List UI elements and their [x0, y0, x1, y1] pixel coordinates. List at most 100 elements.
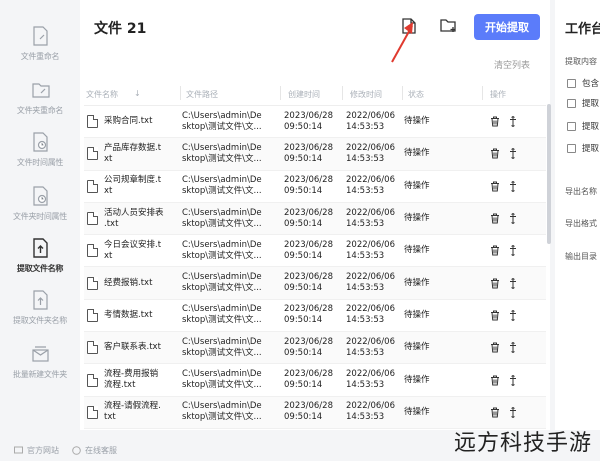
file-icon [86, 115, 98, 129]
file-name: 产品库存数据.t xt [104, 142, 162, 164]
move-icon[interactable] [508, 116, 518, 128]
official-website-link[interactable]: 官方网站 [14, 445, 59, 456]
delete-icon[interactable] [490, 375, 500, 386]
sidebar-item-folder-time[interactable]: 文件夹时间属性 [0, 186, 80, 242]
col-path: 文件路径 [186, 90, 218, 99]
checkbox-icon[interactable] [567, 78, 576, 88]
file-name: 客户联系表.txt [104, 342, 161, 353]
clear-list-button[interactable]: 清空列表 [494, 58, 530, 71]
modified-time: 2022/06/06 14:53:53 [346, 239, 395, 261]
status-text: 待操作 [404, 406, 430, 417]
delete-icon[interactable] [490, 148, 500, 159]
delete-icon[interactable] [490, 181, 500, 192]
file-name: 采购合同.txt [104, 116, 153, 127]
file-name: 公司规章制度.t xt [104, 175, 162, 197]
file-icon [86, 373, 98, 387]
table-row[interactable]: 产品库存数据.t xt C:\Users\admin\De sktop\测试文件\文.… [84, 138, 546, 171]
extract-option-checkbox[interactable]: 提取 [567, 120, 599, 132]
col-name[interactable]: 文件名称 [86, 89, 118, 100]
extract-option-checkbox[interactable]: 提取 [567, 142, 599, 154]
file-icon [86, 147, 98, 161]
sidebar-item-label: 文件时间属性 [16, 158, 64, 167]
table-row[interactable]: 考情数据.txt C:\Users\admin\De sktop\测试文件\文...… [84, 300, 546, 333]
scrollbar[interactable] [547, 104, 551, 244]
sidebar-item-folder-rename[interactable]: 文件夹重命名 [0, 80, 80, 136]
file-name: 流程-费用报销 流程.txt [104, 369, 159, 391]
file-name: 流程-请假流程. txt [104, 401, 161, 423]
move-icon[interactable] [508, 245, 518, 257]
sidebar-item-extract-folder[interactable]: 提取文件夹名称 [0, 290, 80, 346]
file-path: C:\Users\admin\De sktop\测试文件\文... [182, 207, 262, 229]
delete-icon[interactable] [490, 342, 500, 353]
sidebar-item-file-time[interactable]: 文件时间属性 [0, 132, 80, 188]
col-status: 状态 [408, 90, 424, 99]
created-time: 2023/06/28 09:50:14 [284, 336, 333, 358]
modified-time: 2022/06/06 14:53:53 [346, 142, 395, 164]
online-support-link[interactable]: 在线客服 [72, 445, 117, 456]
checkbox-icon[interactable] [567, 121, 576, 131]
export-format-label: 导出格式 [565, 219, 597, 228]
workbench-panel: 工作台 提取内容 包含 提取 提取 提取 导出名称 导出格式 输出目录 [555, 0, 600, 430]
table-row[interactable]: 采购合同.txt C:\Users\admin\De sktop\测试文件\文...… [84, 106, 546, 139]
col-created: 创建时间 [288, 90, 320, 99]
extract-folder-icon [32, 290, 48, 310]
checkbox-icon[interactable] [567, 98, 576, 108]
table-row[interactable]: 经费报销.txt C:\Users\admin\De sktop\测试文件\文...… [84, 267, 546, 300]
add-folder-icon[interactable] [440, 18, 458, 38]
file-path: C:\Users\admin\De sktop\测试文件\文... [182, 369, 262, 391]
status-text: 待操作 [404, 148, 430, 159]
move-icon[interactable] [508, 213, 518, 225]
file-icon [86, 179, 98, 193]
move-icon[interactable] [508, 342, 518, 354]
table-row[interactable]: 客户联系表.txt C:\Users\admin\De sktop\测试文件\文..… [84, 332, 546, 365]
table-row[interactable]: 活动人员安排表 .txt C:\Users\admin\De sktop\测试文件\文… [84, 202, 546, 236]
extract-file-icon [32, 238, 48, 258]
table-row[interactable]: 公司规章制度.t xt C:\Users\admin\De sktop\测试文件\文.… [84, 171, 546, 203]
delete-icon[interactable] [490, 116, 500, 127]
move-icon[interactable] [508, 277, 518, 289]
file-icon [86, 341, 98, 355]
file-path: C:\Users\admin\De sktop\测试文件\文... [182, 110, 262, 132]
created-time: 2023/06/28 09:50:14 [284, 110, 333, 132]
delete-icon[interactable] [490, 213, 500, 224]
status-text: 待操作 [404, 277, 430, 288]
extract-option-checkbox[interactable]: 包含 [567, 77, 599, 89]
table-body: 采购合同.txt C:\Users\admin\De sktop\测试文件\文...… [84, 106, 546, 429]
move-icon[interactable] [508, 406, 518, 418]
watermark: 远方科技手游 [453, 431, 592, 456]
table-row[interactable]: 流程-费用报销 流程.txt C:\Users\admin\De sktop\测试文件… [84, 364, 546, 397]
status-text: 待操作 [404, 245, 430, 256]
delete-icon[interactable] [490, 407, 500, 418]
add-file-icon[interactable] [402, 18, 416, 38]
move-icon[interactable] [508, 309, 518, 321]
workbench-title: 工作台 [565, 22, 600, 37]
delete-icon[interactable] [490, 278, 500, 289]
move-icon[interactable] [508, 180, 518, 192]
status-text: 待操作 [404, 309, 430, 320]
move-icon[interactable] [508, 374, 518, 386]
delete-icon[interactable] [490, 310, 500, 321]
created-time: 2023/06/28 09:50:14 [284, 142, 333, 164]
sidebar-item-file-rename[interactable]: 文件重命名 [0, 26, 80, 82]
modified-time: 2022/06/06 14:53:53 [346, 110, 395, 132]
sidebar-item-batch-folder[interactable]: 批量新建文件夹 [0, 344, 80, 400]
modified-time: 2022/06/06 14:53:53 [346, 272, 395, 294]
table-row[interactable]: 今日会议安排.t xt C:\Users\admin\De sktop\测试文件\文.… [84, 235, 546, 268]
checkbox-icon[interactable] [567, 143, 576, 153]
export-name-label: 导出名称 [565, 187, 597, 196]
created-time: 2023/06/28 09:50:14 [284, 304, 333, 326]
created-time: 2023/06/28 09:50:14 [284, 207, 333, 229]
website-icon [14, 446, 23, 454]
sort-icon[interactable]: ↓ [134, 89, 141, 98]
sidebar-item-label: 提取文件名称 [16, 264, 64, 273]
created-time: 2023/06/28 09:50:14 [284, 369, 333, 391]
extract-option-checkbox[interactable]: 提取 [567, 97, 599, 109]
move-icon[interactable] [508, 148, 518, 160]
sidebar-item-extract-file[interactable]: 提取文件名称 [0, 238, 80, 294]
file-path: C:\Users\admin\De sktop\测试文件\文... [182, 401, 262, 423]
sidebar-item-label: 文件夹重命名 [16, 106, 64, 115]
delete-icon[interactable] [490, 245, 500, 256]
col-modified: 修改时间 [350, 90, 382, 99]
start-extract-button[interactable]: 开始提取 [474, 14, 540, 40]
folder-rename-icon [31, 83, 50, 98]
